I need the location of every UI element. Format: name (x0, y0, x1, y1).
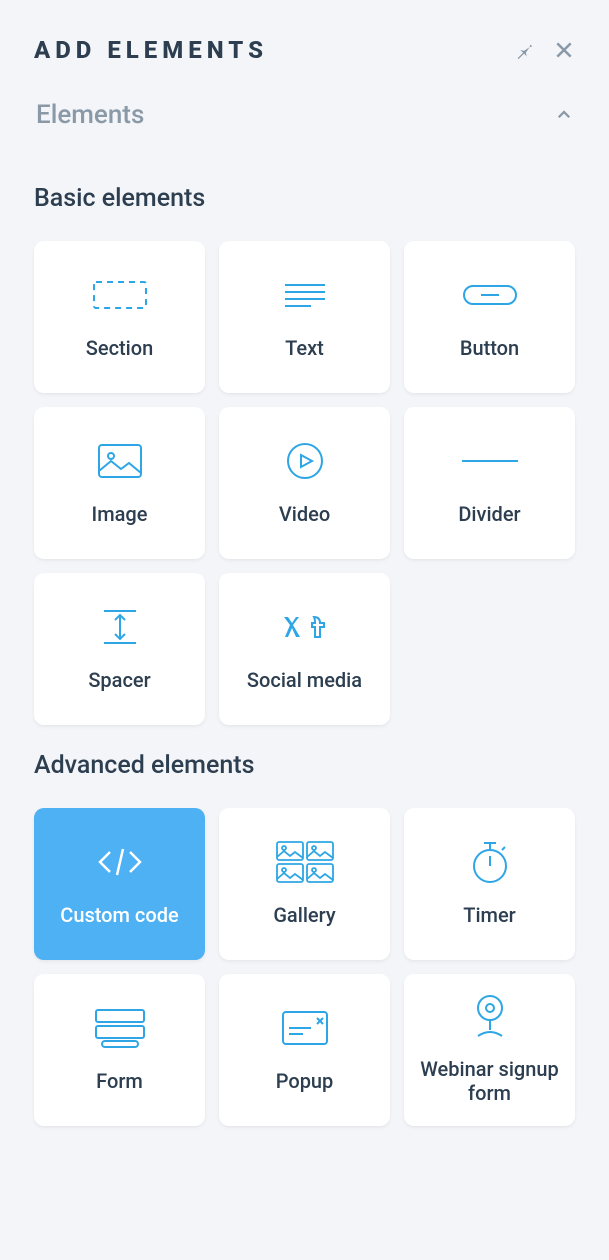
card-label: Form (90, 1069, 149, 1093)
header-action-group (513, 39, 575, 61)
pin-icon[interactable] (513, 39, 535, 61)
element-card-text[interactable]: Text (219, 241, 390, 393)
add-elements-panel: ADD ELEMENTS Elements Basic elements (0, 0, 609, 1162)
element-card-webinar[interactable]: Webinar signup form (404, 974, 575, 1126)
advanced-elements-grid: Custom code (34, 808, 575, 1126)
panel-header: ADD ELEMENTS (34, 36, 575, 64)
divider-icon (462, 440, 518, 482)
element-card-custom-code[interactable]: Custom code (34, 808, 205, 960)
button-icon (463, 274, 517, 316)
group-title-basic: Basic elements (34, 184, 575, 213)
image-icon (98, 440, 142, 482)
group-title-advanced: Advanced elements (34, 751, 575, 780)
card-label: Custom code (54, 903, 184, 927)
element-card-section[interactable]: Section (34, 241, 205, 393)
card-label: Social media (241, 668, 368, 692)
element-card-timer[interactable]: Timer (404, 808, 575, 960)
element-card-popup[interactable]: Popup (219, 974, 390, 1126)
card-label: Spacer (82, 668, 156, 692)
card-label: Section (80, 336, 160, 360)
basic-elements-grid: Section Text Button (34, 241, 575, 725)
popup-icon (281, 1007, 329, 1049)
card-label: Image (86, 502, 154, 526)
section-title: Elements (36, 100, 144, 130)
card-label: Divider (452, 502, 526, 526)
element-card-video[interactable]: Video (219, 407, 390, 559)
element-card-social-media[interactable]: Social media (219, 573, 390, 725)
card-label: Text (279, 336, 330, 360)
chevron-up-icon (555, 106, 573, 124)
card-label: Button (454, 336, 525, 360)
spacer-icon (100, 606, 140, 648)
gallery-icon (275, 841, 335, 883)
card-label: Video (273, 502, 336, 526)
text-icon (285, 274, 325, 316)
element-card-spacer[interactable]: Spacer (34, 573, 205, 725)
element-card-image[interactable]: Image (34, 407, 205, 559)
timer-icon (470, 841, 510, 883)
form-icon (94, 1007, 146, 1049)
element-card-gallery[interactable]: Gallery (219, 808, 390, 960)
webcam-icon (472, 995, 508, 1037)
card-label: Gallery (267, 903, 341, 927)
card-label: Popup (270, 1069, 340, 1093)
card-label: Timer (457, 903, 522, 927)
element-card-form[interactable]: Form (34, 974, 205, 1126)
close-icon[interactable] (553, 39, 575, 61)
section-icon (93, 274, 147, 316)
social-media-icon (282, 606, 328, 648)
video-icon (285, 440, 325, 482)
element-card-divider[interactable]: Divider (404, 407, 575, 559)
elements-section-toggle[interactable]: Elements (34, 92, 575, 158)
element-card-button[interactable]: Button (404, 241, 575, 393)
code-icon (95, 841, 145, 883)
card-label: Webinar signup form (410, 1057, 569, 1105)
panel-title: ADD ELEMENTS (34, 36, 268, 64)
